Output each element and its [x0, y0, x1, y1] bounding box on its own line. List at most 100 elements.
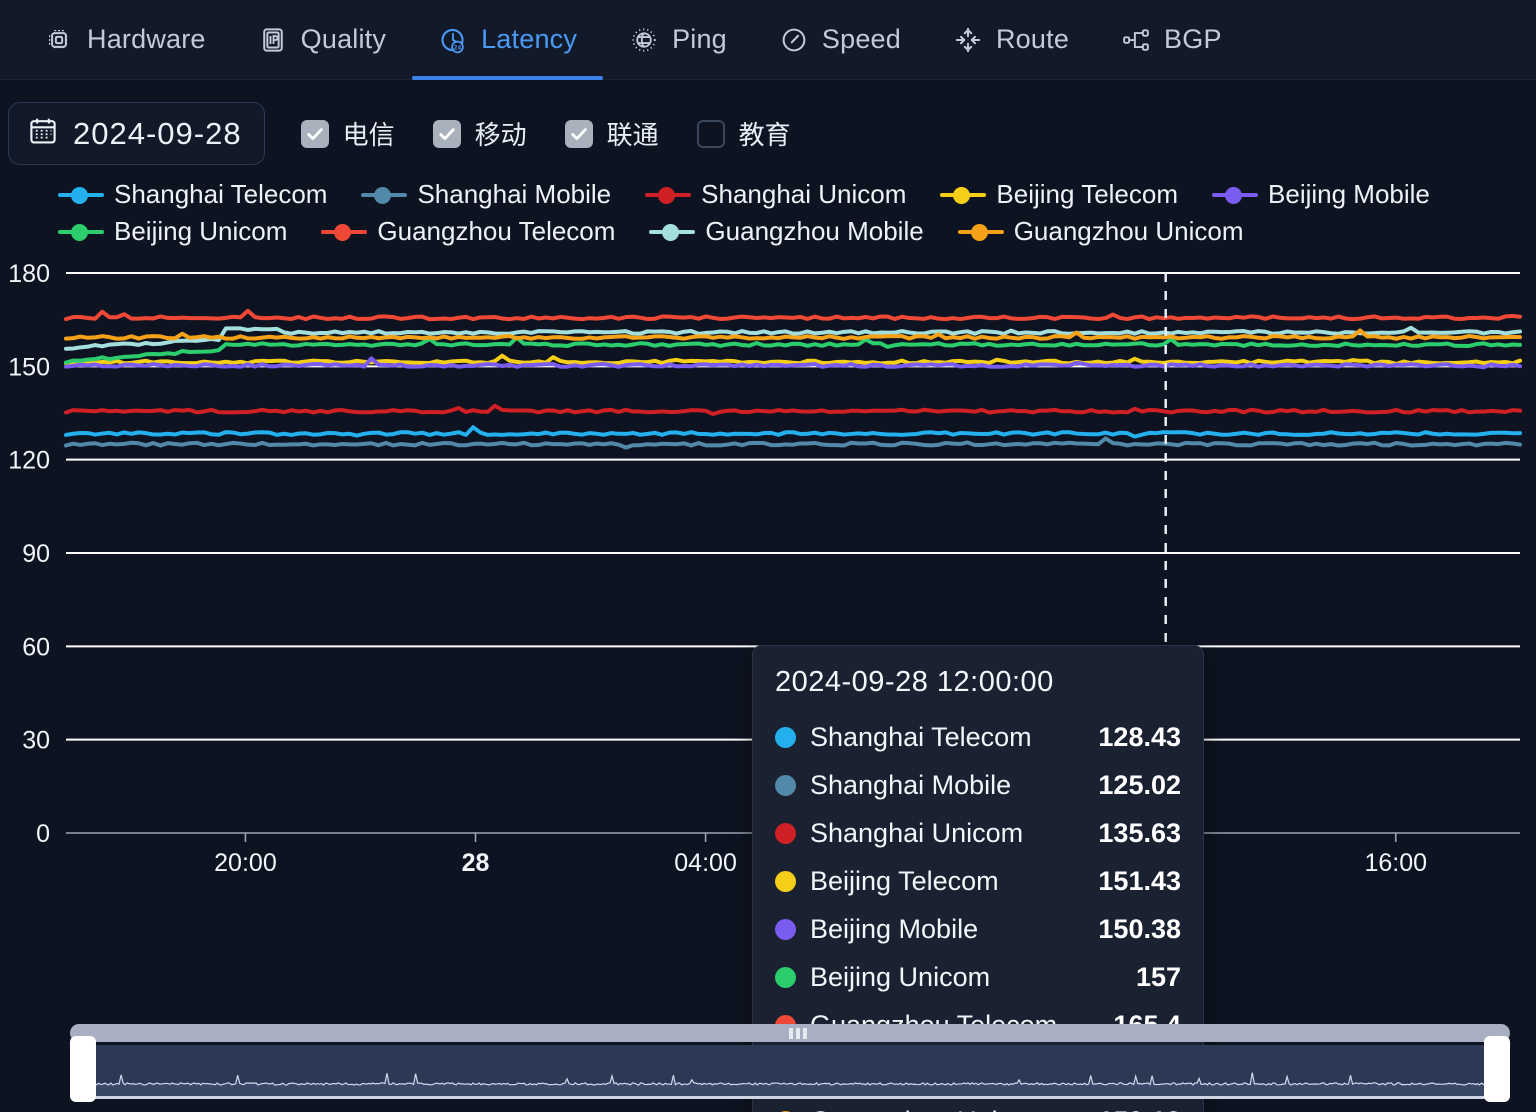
y-axis-tick-label: 120	[8, 447, 50, 475]
brush-preview[interactable]	[74, 1045, 1506, 1099]
legend-item-beijing-telecom[interactable]: Beijing Telecom	[940, 179, 1178, 210]
brush-track[interactable]	[70, 1024, 1510, 1042]
tooltip-series-value: 125.02	[1098, 769, 1181, 800]
legend-marker-icon	[58, 186, 104, 204]
series-line	[64, 308, 1522, 322]
brush-drag-grip-icon[interactable]	[788, 1028, 808, 1039]
checkbox-unchecked-icon[interactable]	[696, 119, 725, 148]
date-picker[interactable]: 2024-09-28	[8, 102, 265, 165]
legend-marker-icon	[940, 186, 987, 204]
filter-label: 教育	[738, 120, 791, 150]
filter-education[interactable]: 教育	[696, 115, 791, 152]
tooltip-series-name: Guangzhou Unicom	[810, 1106, 1098, 1112]
calendar-icon	[27, 115, 59, 152]
legend-label: Beijing Telecom	[996, 179, 1179, 209]
series-color-dot-icon	[775, 918, 796, 940]
clock-24-icon: 24	[438, 25, 468, 55]
y-axis-tick-label: 60	[22, 633, 50, 661]
tooltip-series-value: 151.43	[1098, 865, 1181, 896]
latency-dashboard: Hardware Quality 24 Latency Ping Speed R…	[0, 0, 1536, 1112]
tab-speed[interactable]: Speed	[753, 0, 927, 80]
tab-label: BGP	[1164, 24, 1222, 54]
chart-legend: Shanghai Telecom Shanghai Mobile Shangha…	[0, 165, 1500, 253]
legend-item-guangzhou-unicom[interactable]: Guangzhou Unicom	[957, 216, 1244, 247]
legend-marker-icon	[645, 186, 692, 204]
y-axis-tick-label: 150	[8, 353, 50, 381]
y-axis-tick-labels: 0 30 60 90 120 150 180	[8, 260, 50, 848]
series-color-dot-icon	[775, 966, 796, 988]
legend-marker-icon	[321, 223, 368, 241]
legend-item-beijing-mobile[interactable]: Beijing Mobile	[1212, 179, 1430, 210]
legend-label: Guangzhou Unicom	[1013, 216, 1244, 246]
time-range-brush[interactable]	[70, 1024, 1510, 1102]
controls-row: 2024-09-28 电信 移动 联通 教育	[0, 80, 1536, 165]
checkbox-checked-icon[interactable]	[564, 119, 593, 148]
tab-ping[interactable]: Ping	[603, 0, 753, 80]
legend-label: Beijing Mobile	[1268, 179, 1430, 209]
route-arrows-icon	[953, 25, 983, 55]
legend-marker-icon	[361, 186, 408, 204]
tab-label: Ping	[672, 24, 727, 54]
legend-item-shanghai-unicom[interactable]: Shanghai Unicom	[645, 179, 906, 210]
bgp-nodes-icon	[1121, 25, 1151, 55]
globe-ping-icon	[629, 25, 659, 55]
tooltip-row: Beijing Unicom 157	[775, 953, 1181, 1001]
filter-label: 电信	[342, 120, 395, 150]
tab-hardware[interactable]: Hardware	[18, 0, 232, 80]
tooltip-series-value: 157	[1135, 961, 1181, 992]
legend-label: Guangzhou Mobile	[705, 216, 924, 246]
tab-quality[interactable]: Quality	[232, 0, 412, 80]
legend-marker-icon	[957, 223, 1004, 241]
legend-item-guangzhou-mobile[interactable]: Guangzhou Mobile	[649, 216, 924, 247]
tooltip-series-name: Shanghai Unicom	[810, 817, 1024, 848]
tooltip-series-name: Beijing Mobile	[810, 913, 979, 944]
tab-bgp[interactable]: BGP	[1095, 0, 1248, 80]
tooltip-row: Beijing Mobile 150.38	[775, 905, 1181, 953]
brush-handle-left[interactable]	[70, 1036, 96, 1102]
x-axis-tick-label: 28	[462, 849, 490, 873]
tooltip-row: Shanghai Telecom 128.43	[775, 713, 1181, 761]
ip-icon	[258, 25, 288, 55]
tooltip-series-value: 135.63	[1098, 817, 1181, 848]
legend-marker-icon	[1212, 186, 1259, 204]
tab-label: Route	[995, 24, 1070, 54]
tooltip-row: Beijing Telecom 151.43	[775, 857, 1181, 905]
filter-telecom[interactable]: 电信	[300, 115, 395, 152]
filter-label: 联通	[606, 120, 659, 150]
legend-item-beijing-unicom[interactable]: Beijing Unicom	[58, 216, 287, 247]
legend-item-guangzhou-telecom[interactable]: Guangzhou Telecom	[321, 216, 615, 247]
tab-route[interactable]: Route	[927, 0, 1095, 80]
legend-row-2: Beijing Unicom Guangzhou Telecom Guangzh…	[58, 216, 1500, 253]
x-axis-tick-label: 16:00	[1364, 849, 1427, 873]
tab-label: Latency	[481, 24, 578, 54]
legend-label: Beijing Unicom	[114, 216, 288, 246]
tab-latency[interactable]: 24 Latency	[412, 0, 604, 80]
checkbox-checked-icon[interactable]	[432, 119, 461, 148]
legend-item-shanghai-telecom[interactable]: Shanghai Telecom	[58, 179, 327, 210]
x-axis-tick-label: 20:00	[214, 849, 277, 873]
latency-chart[interactable]: 0306090120150180 20:002804:0008:0012:001…	[0, 253, 1536, 1112]
tooltip-series-name: Shanghai Mobile	[810, 769, 1012, 800]
legend-label: Guangzhou Telecom	[377, 216, 616, 246]
series-line	[64, 403, 1522, 417]
legend-marker-icon	[58, 223, 104, 241]
tooltip-row: Shanghai Unicom 135.63	[775, 809, 1181, 857]
filter-unicom[interactable]: 联通	[564, 115, 659, 152]
filter-mobile[interactable]: 移动	[432, 115, 527, 152]
tooltip-series-value: 159.12	[1098, 1106, 1181, 1112]
legend-item-shanghai-mobile[interactable]: Shanghai Mobile	[361, 179, 611, 210]
svg-text:24: 24	[454, 44, 462, 51]
operator-filter-group: 电信 移动 联通 教育	[300, 115, 829, 152]
tab-label: Speed	[821, 24, 901, 54]
tooltip-series-name: Beijing Telecom	[810, 865, 999, 896]
brush-handle-right[interactable]	[1484, 1036, 1510, 1102]
series-color-dot-icon	[775, 726, 796, 748]
checkbox-checked-icon[interactable]	[300, 119, 329, 148]
brush-sparkline	[74, 1072, 1506, 1096]
tab-label: Hardware	[87, 24, 206, 54]
series-color-dot-icon	[775, 822, 796, 844]
speedometer-icon	[779, 25, 809, 55]
x-axis-tick-label: 04:00	[674, 849, 737, 873]
series-line	[64, 425, 1522, 439]
series-color-dot-icon	[775, 870, 796, 892]
